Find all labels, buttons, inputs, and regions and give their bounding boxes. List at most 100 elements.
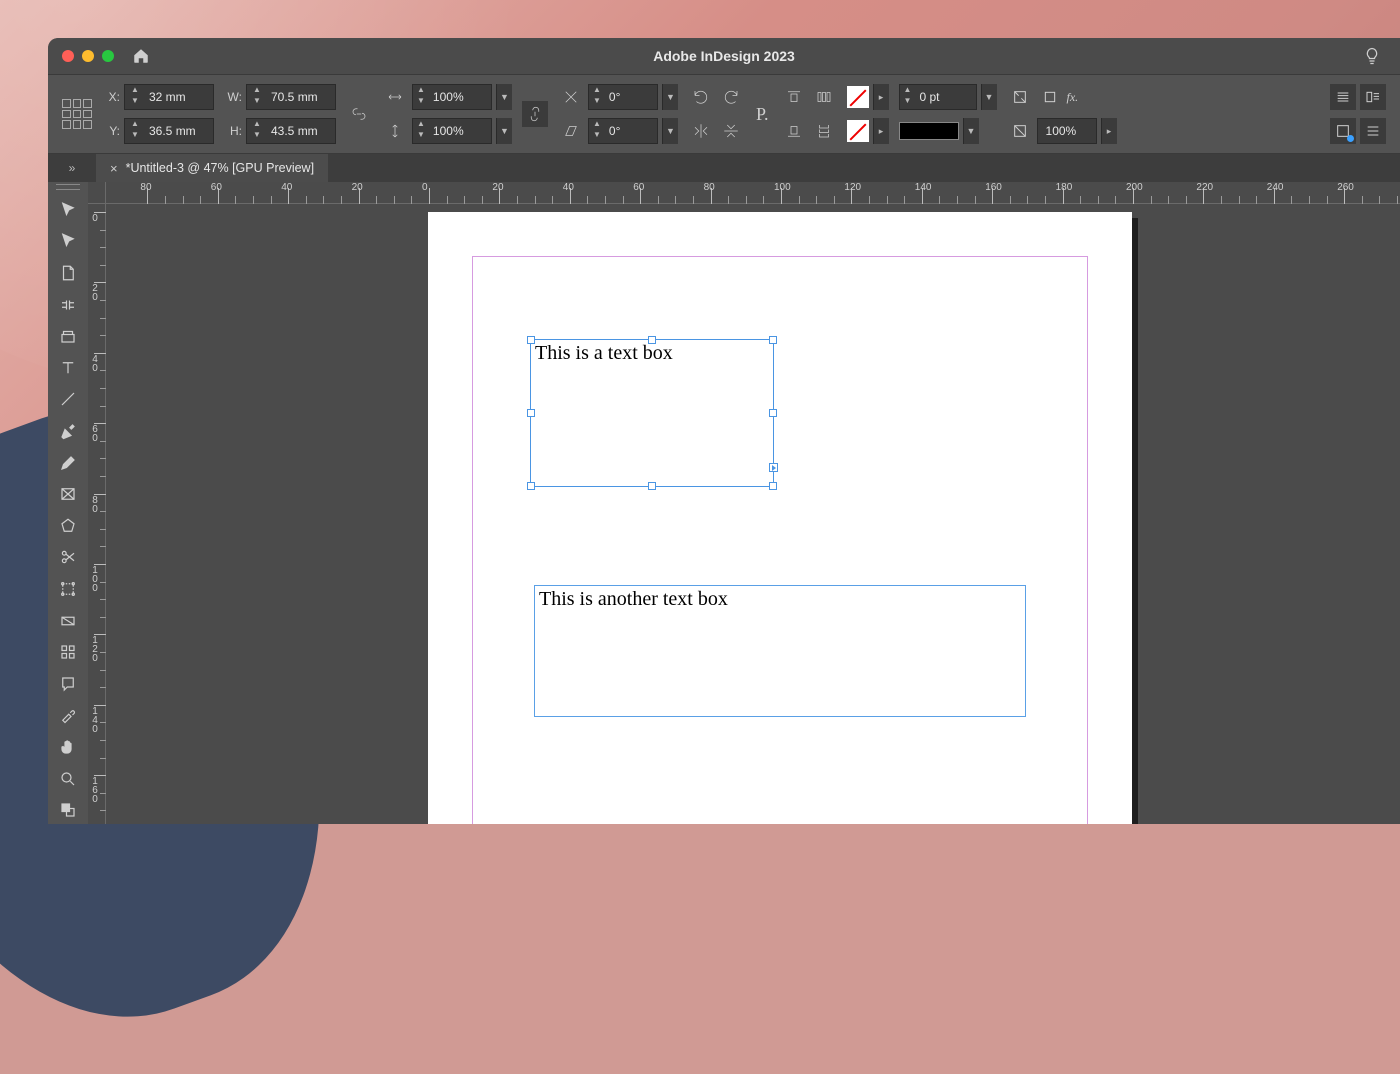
tabstrip-expander[interactable]: » [48,154,96,182]
gap-tool[interactable] [51,291,85,319]
stroke-weight-input[interactable] [915,90,975,104]
h-field[interactable]: ▲▼ [246,118,336,144]
stroke-swatch[interactable] [847,120,869,142]
workspace: 8060402002040608010012014016018020022024… [48,182,1400,824]
type-tool[interactable] [51,354,85,382]
stroke-style-dropdown[interactable]: ▼ [963,118,979,144]
control-panel: X: ▲▼ Y: ▲▼ W: ▲▼ [48,74,1400,154]
stroke-weight-dropdown[interactable]: ▼ [981,84,997,110]
page-tool[interactable] [51,259,85,287]
opacity-icon [1007,118,1033,144]
tips-icon[interactable] [1362,46,1382,66]
note-tool[interactable] [51,670,85,698]
close-tab-icon[interactable]: × [110,161,118,176]
distribute-v-icon[interactable] [811,118,837,144]
constrain-proportions-icon[interactable] [346,101,372,127]
pasteboard[interactable]: This is a text box This is another te [106,204,1400,824]
stroke-weight-field[interactable]: ▲▼ [899,84,977,110]
minimize-window-button[interactable] [82,50,94,62]
panel-grip[interactable] [56,184,80,190]
scale-y-dropdown[interactable]: ▼ [496,118,512,144]
document-tab[interactable]: × *Untitled-3 @ 47% [GPU Preview] [96,154,328,182]
x-field[interactable]: ▲▼ [124,84,214,110]
scale-x-icon [382,84,408,110]
distribute-icon[interactable] [811,84,837,110]
pencil-tool[interactable] [51,449,85,477]
out-port-icon[interactable] [769,463,778,472]
tools-panel [48,182,88,824]
text-frame-2-content: This is another text box [539,588,728,610]
text-wrap-icon[interactable] [1330,84,1356,110]
y-input[interactable] [145,124,205,138]
scale-y-icon [382,118,408,144]
shear-input[interactable] [605,124,665,138]
w-input[interactable] [267,90,327,104]
reference-point-grid[interactable] [62,99,92,129]
frame-fitting-icon[interactable] [1037,84,1063,110]
rotation-dropdown[interactable]: ▼ [662,84,678,110]
rotate-ccw-icon[interactable] [688,84,714,110]
ruler-origin[interactable] [88,182,106,204]
x-input[interactable] [145,90,205,104]
panel-options-icon[interactable] [1360,118,1386,144]
content-collector-tool[interactable] [51,322,85,350]
direct-selection-tool[interactable] [51,228,85,256]
stroke-style-swatch[interactable] [899,122,959,140]
x-label: X: [102,90,120,104]
hand-tool[interactable] [51,733,85,761]
text-frame-selected[interactable]: This is a text box [530,339,774,487]
rotation-icon [558,84,584,110]
rotate-cw-icon[interactable] [718,84,744,110]
align-top-icon[interactable] [781,84,807,110]
flip-vertical-icon[interactable] [718,118,744,144]
app-title: Adobe InDesign 2023 [48,48,1400,64]
screen-mode-icon[interactable] [1330,118,1356,144]
w-label: W: [224,90,242,104]
shear-field[interactable]: ▲▼ [588,118,658,144]
opacity-field[interactable] [1037,118,1097,144]
pen-tool[interactable] [51,417,85,445]
flip-horizontal-icon[interactable] [688,118,714,144]
close-window-button[interactable] [62,50,74,62]
gradient-swatch-tool[interactable] [51,607,85,635]
scale-x-input[interactable] [429,90,489,104]
panel-menu-icon[interactable] [1360,84,1386,110]
page[interactable]: This is a text box This is another te [428,212,1132,824]
stroke-dropdown[interactable]: ▸ [873,118,889,144]
paragraph-style-icon[interactable]: P. [756,104,769,125]
y-field[interactable]: ▲▼ [124,118,214,144]
scale-x-dropdown[interactable]: ▼ [496,84,512,110]
w-field[interactable]: ▲▼ [246,84,336,110]
document-tab-title: *Untitled-3 @ 47% [GPU Preview] [126,161,314,175]
horizontal-ruler[interactable]: 8060402002040608010012014016018020022024… [106,182,1400,204]
rotation-input[interactable] [605,90,665,104]
text-frame-2[interactable]: This is another text box [534,585,1026,717]
scale-y-field[interactable]: ▲▼ [412,118,492,144]
opacity-input[interactable] [1042,124,1102,138]
polygon-tool[interactable] [51,512,85,540]
fill-dropdown[interactable]: ▸ [873,84,889,110]
fill-swatch[interactable] [847,86,869,108]
scale-x-field[interactable]: ▲▼ [412,84,492,110]
vertical-ruler[interactable]: 02 04 06 08 01 0 01 2 01 4 01 6 0 [88,204,106,824]
zoom-window-button[interactable] [102,50,114,62]
eyedropper-tool[interactable] [51,702,85,730]
line-tool[interactable] [51,386,85,414]
rotation-field[interactable]: ▲▼ [588,84,658,110]
free-transform-tool[interactable] [51,575,85,603]
scissors-tool[interactable] [51,544,85,572]
selection-tool[interactable] [51,196,85,224]
text-frame-1-content: This is a text box [535,342,673,364]
scale-y-input[interactable] [429,124,489,138]
opacity-dropdown[interactable]: ▸ [1101,118,1117,144]
zoom-tool[interactable] [51,765,85,793]
fill-stroke-toggle[interactable] [51,797,85,824]
align-bottom-icon[interactable] [781,118,807,144]
auto-fit-icon[interactable] [1007,84,1033,110]
home-icon[interactable] [132,47,150,65]
shear-dropdown[interactable]: ▼ [662,118,678,144]
h-input[interactable] [267,124,327,138]
link-scale-icon[interactable] [522,101,548,127]
gradient-feather-tool[interactable] [51,638,85,666]
rectangle-frame-tool[interactable] [51,480,85,508]
